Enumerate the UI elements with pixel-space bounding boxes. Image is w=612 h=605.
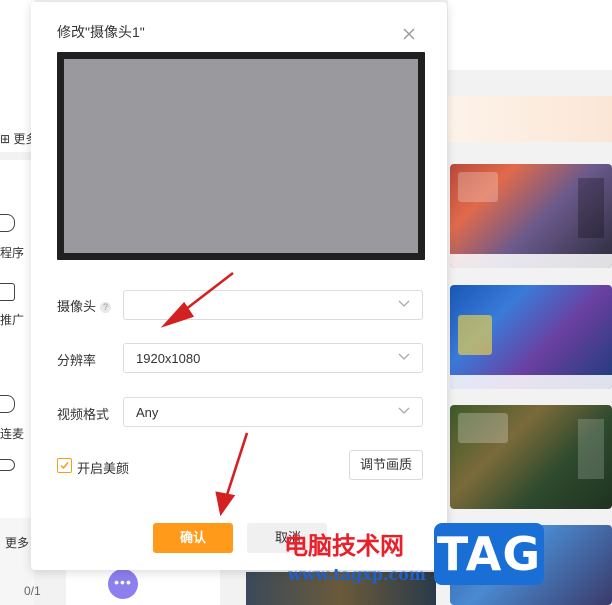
promotion-icon [0, 283, 15, 301]
camera-preview [57, 52, 425, 260]
beauty-checkbox[interactable] [57, 458, 72, 473]
bottom-bar [66, 567, 220, 605]
watermark-site-name: 电脑技术网 [284, 532, 404, 560]
video-format-label: 视频格式 [57, 407, 110, 422]
chevron-down-icon [398, 300, 410, 307]
watermark-logo: TAG [434, 523, 544, 585]
help-icon[interactable]: ? [100, 302, 112, 313]
sidebar-item-co-host[interactable]: 连麦 [0, 425, 24, 442]
resolution-select-value: 1920x1080 [136, 351, 201, 366]
mini-program-icon [0, 214, 15, 232]
dialog-title: 修改"摄像头1" [57, 24, 145, 40]
video-format-select[interactable]: Any [123, 397, 423, 427]
confirm-button[interactable]: 确认 [153, 523, 233, 553]
stream-thumbnail[interactable] [450, 164, 612, 268]
sidebar: ⊞ 更多 程序 推广 连麦 [0, 0, 37, 605]
sidebar-item-program[interactable]: 程序 [0, 244, 24, 261]
more-options-button[interactable]: ••• [108, 569, 138, 599]
camera-preview-screen [64, 59, 418, 253]
camera-label: 摄像头? [57, 296, 112, 315]
gamepad-icon [0, 459, 15, 471]
camera-label-text: 摄像头 [57, 299, 97, 314]
chevron-down-icon [398, 407, 410, 414]
resolution-select[interactable]: 1920x1080 [123, 343, 423, 373]
adjust-quality-button[interactable]: 调节画质 [349, 450, 423, 480]
edit-camera-dialog: 修改"摄像头1" 摄像头? 分辨率 1920x1080 视频格式 Any 开启美… [31, 2, 447, 570]
sidebar-footer: 更多 0/1 [0, 518, 41, 605]
microphone-icon [0, 395, 15, 413]
resolution-label: 分辨率 [57, 353, 97, 368]
stream-thumbnail[interactable] [450, 405, 612, 509]
beauty-label[interactable]: 开启美颜 [77, 458, 129, 477]
close-icon[interactable] [401, 26, 417, 42]
camera-select[interactable] [123, 290, 423, 320]
sidebar-item-promotion[interactable]: 推广 [0, 311, 24, 328]
video-format-select-value: Any [136, 405, 159, 420]
stream-thumbnail[interactable] [450, 285, 612, 389]
watermark-url: www.tagxp.com [288, 565, 426, 584]
more-footer-label[interactable]: 更多 [5, 534, 29, 551]
banner [448, 96, 612, 142]
chevron-down-icon [398, 353, 410, 360]
header-area [448, 0, 612, 70]
checkmark-icon [60, 462, 69, 470]
page-counter: 0/1 [24, 584, 41, 598]
